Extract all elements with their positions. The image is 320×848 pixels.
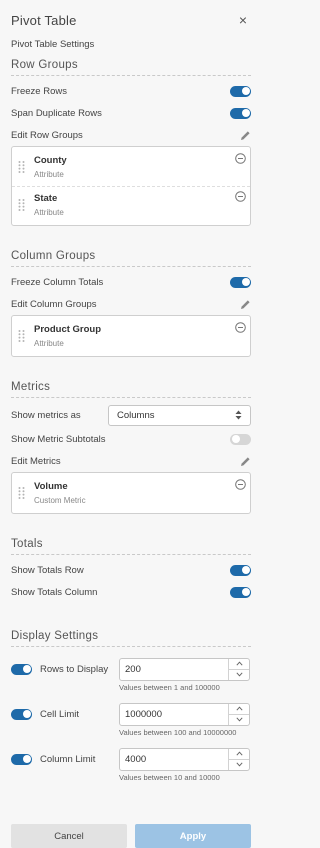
rows-to-display-row: Rows to Display 200 [11, 657, 251, 681]
show-totals-row-label: Show Totals Row [11, 564, 84, 576]
chevron-up-icon[interactable] [229, 659, 249, 669]
drag-handle-icon[interactable] [18, 329, 25, 343]
span-duplicate-rows-toggle[interactable] [230, 107, 251, 119]
drag-handle-icon[interactable] [18, 160, 25, 174]
row-group-name: State [34, 193, 58, 204]
edit-metrics-label: Edit Metrics [11, 455, 61, 467]
cell-limit-stepper [228, 703, 249, 725]
cell-limit-label: Cell Limit [40, 708, 80, 720]
cell-limit-hint: Values between 100 and 10000000 [119, 728, 237, 737]
row-group-name: County [34, 155, 67, 166]
edit-metrics-row: Edit Metrics [11, 450, 251, 472]
column-limit-hint: Values between 10 and 10000 [119, 773, 220, 782]
show-totals-row-row: Show Totals Row [11, 559, 251, 581]
show-metrics-as-row: Show metrics as Columns [11, 402, 251, 428]
drag-handle-icon[interactable] [18, 486, 25, 500]
column-limit-stepper [228, 748, 249, 770]
freeze-column-totals-label: Freeze Column Totals [11, 276, 104, 288]
cancel-button[interactable]: Cancel [11, 824, 127, 848]
rows-to-display-stepper [228, 658, 249, 680]
freeze-rows-toggle[interactable] [230, 85, 251, 97]
cell-limit-value[interactable]: 1000000 [120, 704, 228, 725]
chevron-down-icon[interactable] [229, 758, 249, 770]
show-metrics-as-label: Show metrics as [11, 409, 81, 421]
show-metrics-as-select[interactable]: Columns [108, 404, 251, 426]
metric-item-volume[interactable]: Volume Custom Metric [12, 474, 250, 512]
drag-handle-icon[interactable] [18, 198, 25, 212]
rows-to-display-toggle[interactable] [11, 663, 32, 675]
rows-to-display-input[interactable]: 200 [119, 657, 250, 681]
edit-column-groups-pencil-icon[interactable] [239, 298, 251, 310]
cell-limit-row: Cell Limit 1000000 [11, 702, 251, 726]
select-arrows-icon [235, 410, 242, 420]
column-groups-list: Product Group Attribute [11, 315, 251, 357]
column-group-type: Attribute [34, 339, 64, 348]
show-totals-column-row: Show Totals Column [11, 581, 251, 603]
rows-to-display-label: Rows to Display [40, 663, 109, 675]
show-metric-subtotals-toggle[interactable] [230, 433, 251, 445]
edit-column-groups-row: Edit Column Groups [11, 293, 251, 315]
row-group-type: Attribute [34, 208, 64, 217]
cell-limit-toggle[interactable] [11, 708, 32, 720]
panel-footer: Cancel Apply [11, 824, 251, 848]
show-metric-subtotals-row: Show Metric Subtotals [11, 428, 251, 450]
show-totals-column-label: Show Totals Column [11, 586, 98, 598]
rows-to-display-hint: Values between 1 and 100000 [119, 683, 220, 692]
panel-header: Pivot Table × [11, 0, 251, 36]
chevron-up-icon[interactable] [229, 749, 249, 759]
column-groups-title: Column Groups [11, 245, 251, 267]
column-group-name: Product Group [34, 324, 102, 335]
rows-to-display-value[interactable]: 200 [120, 659, 228, 680]
column-limit-label: Column Limit [40, 753, 96, 765]
totals-title: Totals [11, 533, 251, 555]
close-icon[interactable]: × [235, 12, 251, 28]
column-group-item-product-group[interactable]: Product Group Attribute [12, 317, 250, 355]
row-groups-list: County Attribute State Attribute [11, 146, 251, 226]
panel-title: Pivot Table [11, 12, 77, 28]
remove-circle-icon[interactable] [235, 479, 246, 490]
column-limit-input[interactable]: 4000 [119, 747, 250, 771]
apply-button[interactable]: Apply [135, 824, 251, 848]
remove-circle-icon[interactable] [235, 153, 246, 164]
display-settings-title: Display Settings [11, 625, 251, 647]
span-duplicate-rows-label: Span Duplicate Rows [11, 107, 102, 119]
show-metric-subtotals-label: Show Metric Subtotals [11, 433, 106, 445]
edit-column-groups-label: Edit Column Groups [11, 298, 97, 310]
freeze-column-totals-row: Freeze Column Totals [11, 271, 251, 293]
metrics-list: Volume Custom Metric [11, 472, 251, 514]
column-limit-toggle[interactable] [11, 753, 32, 765]
show-totals-row-toggle[interactable] [230, 564, 251, 576]
column-limit-row: Column Limit 4000 [11, 747, 251, 771]
edit-metrics-pencil-icon[interactable] [239, 455, 251, 467]
freeze-rows-row: Freeze Rows [11, 80, 251, 102]
show-totals-column-toggle[interactable] [230, 586, 251, 598]
chevron-down-icon[interactable] [229, 713, 249, 725]
settings-subheading: Pivot Table Settings [11, 39, 95, 50]
edit-row-groups-label: Edit Row Groups [11, 129, 83, 141]
row-group-type: Attribute [34, 170, 64, 179]
span-duplicate-rows-row: Span Duplicate Rows [11, 102, 251, 124]
remove-circle-icon[interactable] [235, 322, 246, 333]
row-groups-title: Row Groups [11, 54, 251, 76]
metric-type: Custom Metric [34, 496, 86, 505]
row-group-item-state[interactable]: State Attribute [12, 186, 250, 224]
freeze-rows-label: Freeze Rows [11, 85, 67, 97]
metrics-title: Metrics [11, 376, 251, 398]
chevron-down-icon[interactable] [229, 668, 249, 680]
freeze-column-totals-toggle[interactable] [230, 276, 251, 288]
show-metrics-as-value: Columns [117, 409, 155, 421]
edit-row-groups-row: Edit Row Groups [11, 124, 251, 146]
metric-name: Volume [34, 481, 68, 492]
chevron-up-icon[interactable] [229, 704, 249, 714]
edit-row-groups-pencil-icon[interactable] [239, 129, 251, 141]
pivot-table-panel: Pivot Table × Pivot Table Settings Row G… [0, 0, 261, 848]
column-limit-value[interactable]: 4000 [120, 749, 228, 770]
remove-circle-icon[interactable] [235, 191, 246, 202]
row-group-item-county[interactable]: County Attribute [12, 148, 250, 186]
cell-limit-input[interactable]: 1000000 [119, 702, 250, 726]
